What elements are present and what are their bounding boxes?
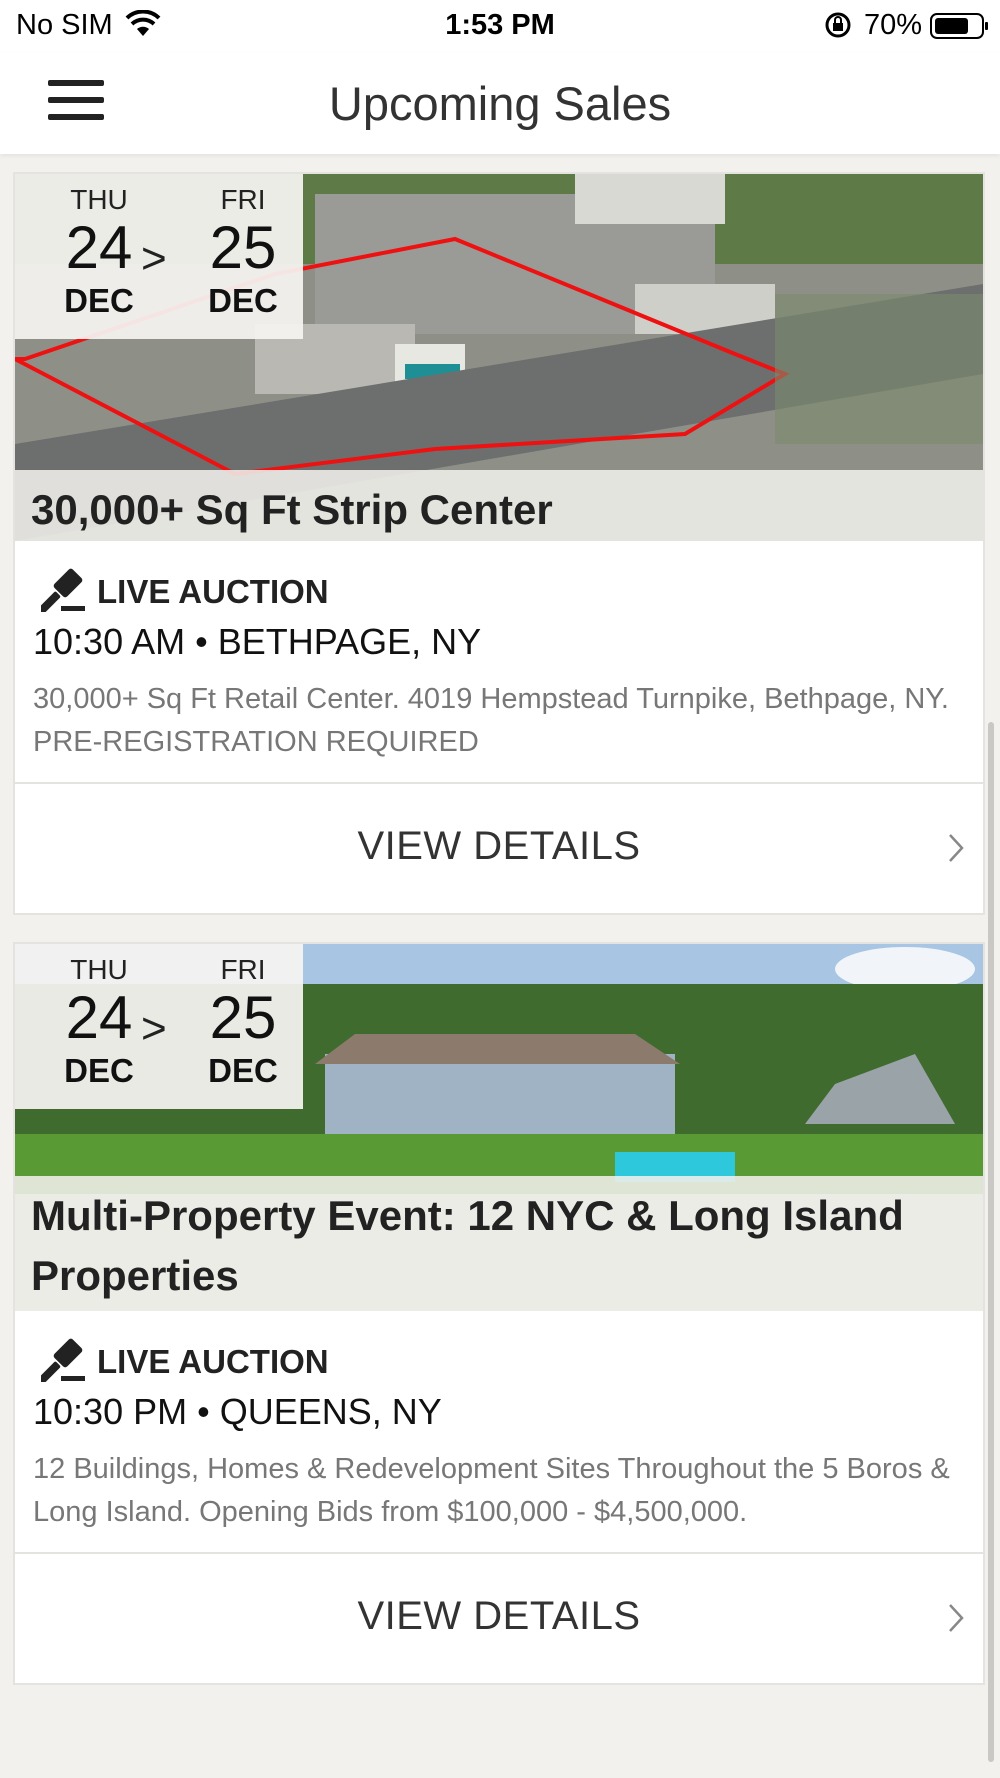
view-details-label: VIEW DETAILS: [357, 824, 641, 868]
date-range-arrow: >: [141, 1004, 167, 1053]
end-day-of-week: FRI: [220, 184, 266, 215]
gavel-icon: [37, 1338, 87, 1385]
sale-description: 12 Buildings, Homes & Redevelopment Site…: [33, 1453, 950, 1528]
gavel-icon: [37, 568, 87, 615]
date-range-arrow: >: [141, 234, 167, 283]
orientation-lock-icon: [823, 10, 853, 48]
scrollbar[interactable]: [988, 722, 994, 1762]
time-location: 10:30 AM • BETHPAGE, NY: [33, 621, 482, 662]
page-title: Upcoming Sales: [328, 77, 672, 130]
battery-icon: [930, 12, 990, 48]
end-day-of-week: FRI: [220, 954, 266, 985]
chevron-right-icon: [947, 1602, 965, 1639]
date-range: THU 24 DEC > FRI 25 DEC: [15, 174, 303, 339]
nav-bar: Upcoming Sales: [0, 52, 1000, 154]
chevron-right-icon: [947, 832, 965, 869]
start-day-of-week: THU: [70, 184, 128, 215]
sale-title[interactable]: Multi-Property Event: 12 NYC & Long Isla…: [15, 1176, 983, 1311]
end-day: 25: [209, 984, 277, 1051]
sale-description: 30,000+ Sq Ft Retail Center. 4019 Hempst…: [33, 683, 949, 758]
start-month: DEC: [64, 282, 134, 319]
battery-percent: 70%: [864, 9, 923, 41]
time-location: 10:30 PM • QUEENS, NY: [33, 1391, 442, 1432]
view-details-button[interactable]: VIEW DETAILS: [15, 1554, 983, 1683]
sale-card[interactable]: THU 24 DEC > FRI 25 DEC 30,000+ Sq Ft St…: [13, 172, 985, 915]
view-details-button[interactable]: VIEW DETAILS: [15, 784, 983, 913]
start-month: DEC: [64, 1052, 134, 1089]
auction-type-label: LIVE AUCTION: [97, 1343, 329, 1380]
sale-title[interactable]: 30,000+ Sq Ft Strip Center: [15, 470, 983, 541]
status-bar: No SIM 1:53 PM 70%: [0, 0, 1000, 52]
end-month: DEC: [208, 1052, 278, 1089]
end-day: 25: [209, 214, 277, 281]
view-details-label: VIEW DETAILS: [357, 1594, 641, 1638]
end-month: DEC: [208, 282, 278, 319]
start-day-of-week: THU: [70, 954, 128, 985]
auction-type-label: LIVE AUCTION: [97, 573, 329, 610]
sale-card[interactable]: THU 24 DEC > FRI 25 DEC Multi-Property E…: [13, 942, 985, 1685]
date-range: THU 24 DEC > FRI 25 DEC: [15, 944, 303, 1109]
